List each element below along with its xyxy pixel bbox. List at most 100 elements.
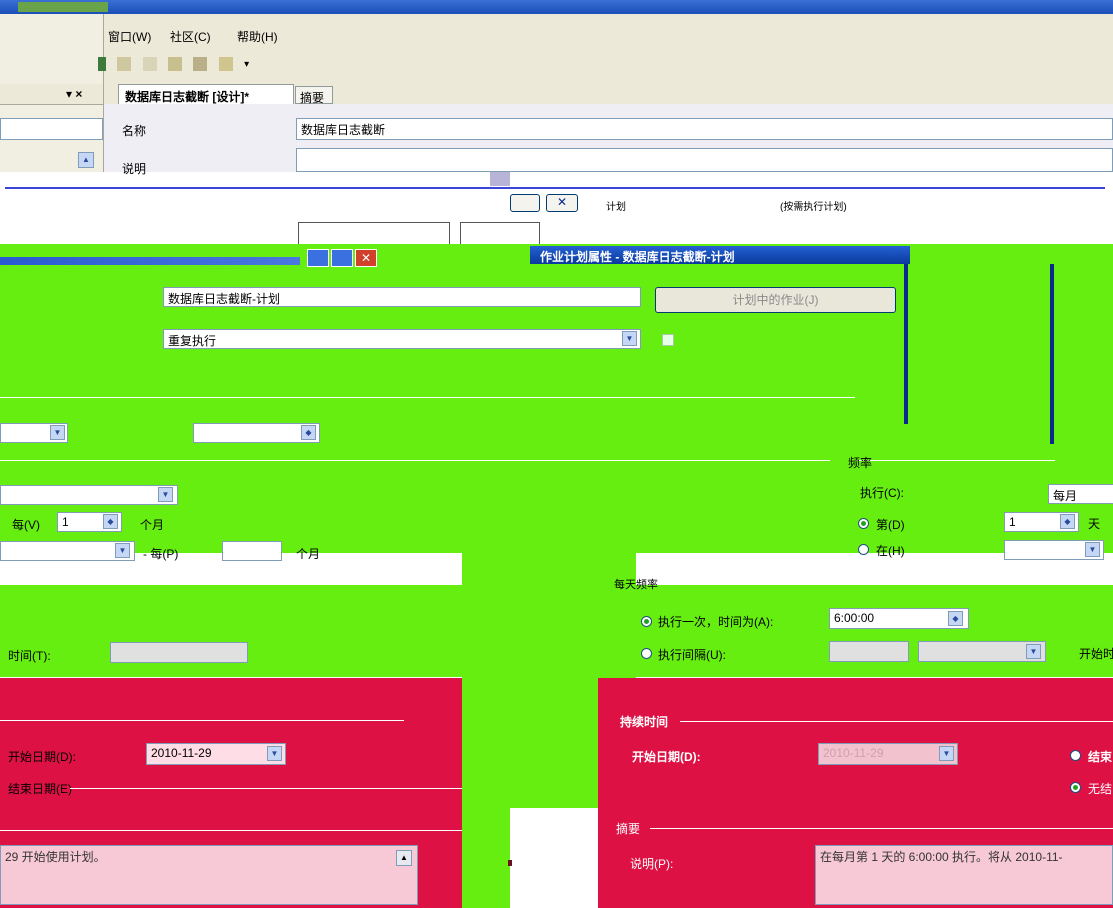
strip-blank-button[interactable] — [510, 194, 540, 212]
left-time-input[interactable] — [110, 642, 248, 663]
dialog-title: 作业计划属性 - 数据库日志截断-计划 — [540, 250, 735, 264]
once-time-spin-icon[interactable]: ◆ — [948, 611, 963, 626]
duration-group-label: 持续时间 — [620, 715, 669, 729]
left-pane-header — [0, 84, 103, 105]
toolbar-copy-icon[interactable] — [117, 56, 132, 71]
every-label: 每(V) — [12, 518, 40, 532]
property-name-label: 名称 — [122, 124, 147, 138]
every-months-input-2[interactable] — [222, 541, 282, 561]
every-months-spin-icon[interactable]: ◆ — [103, 514, 118, 529]
on-radio[interactable] — [858, 544, 869, 555]
interval-unit-dropdown-icon[interactable]: ▼ — [1026, 644, 1041, 659]
dialog-right-border — [904, 264, 908, 424]
dialog-white-column — [510, 808, 598, 908]
window-min-button[interactable] — [307, 249, 329, 267]
on-week-dropdown-icon[interactable]: ▼ — [1085, 542, 1100, 557]
toolbar-save-icon[interactable] — [98, 56, 106, 71]
frequency-execute-label: 执行(C): — [860, 486, 904, 500]
dialog-right-frame — [1050, 264, 1054, 444]
strip-tab-a[interactable] — [298, 222, 450, 246]
separator — [855, 460, 1055, 461]
every-months-unit: 个月 — [140, 518, 165, 532]
title-bar — [0, 0, 1113, 14]
summary-desc-text[interactable]: 在每月第 1 天的 6:00:00 执行。将从 2010-11- — [815, 845, 1113, 905]
no-end-date-radio-label: 无结 — [1088, 782, 1113, 796]
menu-window[interactable]: 窗口(W) — [108, 28, 151, 45]
separator — [0, 720, 404, 721]
frequency-group-label: 频率 — [848, 456, 873, 470]
day-number-spin-icon[interactable]: ◆ — [1060, 514, 1075, 529]
left-field-a-dropdown-icon[interactable]: ▼ — [50, 425, 65, 440]
once-radio-label: 执行一次，时间为(A): — [658, 615, 774, 629]
daily-group-label: 每天频率 — [614, 579, 658, 591]
doc-tab-design[interactable]: 数据库日志截断 [设计]* — [118, 84, 294, 104]
left-occurs-dropdown-icon[interactable]: ▼ — [158, 487, 173, 502]
summary-group-label: 摘要 — [616, 822, 641, 836]
left-pane-scroll-up[interactable]: ▲ — [78, 152, 94, 168]
toolbar-props-icon[interactable] — [218, 56, 233, 71]
schedule-type-select[interactable]: 重复执行 — [163, 329, 641, 349]
doc-tab-design-label: 数据库日志截断 [设计]* — [125, 90, 249, 104]
menu-help[interactable]: 帮助(H) — [237, 28, 278, 45]
caret-marker — [508, 860, 512, 866]
start-date-input[interactable]: 2010-11-29 — [818, 743, 958, 765]
strip-top-line — [5, 187, 1105, 189]
separator — [650, 828, 1113, 829]
jobs-in-schedule-button[interactable]: 计划中的作业(J) — [655, 287, 896, 313]
window-max-button[interactable] — [331, 249, 353, 267]
menu-community[interactable]: 社区(C) — [170, 28, 211, 45]
pane-close-icon[interactable]: ▾ × — [66, 87, 82, 101]
interval-number-input[interactable] — [829, 641, 909, 662]
property-desc-label: 说明 — [122, 162, 147, 176]
strip-plan-label: 计划 — [606, 202, 626, 213]
strip-icon — [490, 172, 510, 186]
day-radio[interactable] — [858, 518, 869, 529]
start-date-label: 开始日期(D): — [632, 750, 701, 764]
day-unit-label: 天 — [1088, 517, 1101, 531]
separator — [0, 460, 830, 461]
once-radio[interactable] — [641, 616, 652, 627]
left-pane-field — [0, 118, 103, 140]
on-radio-label: 在(H) — [876, 544, 905, 558]
every-months-unit-2: 个月 — [296, 547, 321, 561]
left-week-dropdown-icon[interactable]: ▼ — [115, 543, 130, 558]
left-occurs-select[interactable] — [0, 485, 178, 505]
summary-desc-label: 说明(P): — [630, 857, 674, 871]
toolbar: ▾ — [98, 56, 249, 76]
toolbar-schedule-icon[interactable] — [193, 56, 208, 71]
schedule-type-dropdown-icon[interactable]: ▼ — [622, 331, 637, 346]
separator — [0, 830, 462, 831]
left-end-date-label: 结束日期(E) — [8, 782, 72, 796]
toolbar-doc-icon[interactable] — [142, 56, 157, 71]
title-bar-icon — [18, 2, 108, 12]
left-start-date-dropdown-icon[interactable]: ▼ — [267, 746, 282, 761]
toolbar-overflow-icon[interactable]: ▾ — [244, 59, 249, 70]
end-date-radio-label: 结束 — [1088, 750, 1113, 764]
schedule-name-input[interactable]: 数据库日志截断-计划 — [163, 287, 641, 307]
left-time-label: 时间(T): — [8, 649, 51, 663]
interval-start-label: 开始时 — [1079, 647, 1113, 661]
no-end-date-radio[interactable] — [1070, 782, 1081, 793]
separator — [70, 788, 462, 789]
left-summary-text[interactable]: 29 开始使用计划。 — [0, 845, 418, 905]
every-label-2: - 每(P) — [143, 547, 179, 561]
left-summary-scroll-up[interactable]: ▲ — [396, 850, 412, 866]
strip-close-button[interactable]: ✕ — [546, 194, 578, 212]
left-field-b-spin-icon[interactable]: ◆ — [301, 425, 316, 440]
doc-tab-summary[interactable]: 摘要 — [295, 86, 333, 105]
left-start-date-input[interactable]: 2010-11-29 — [146, 743, 286, 765]
property-desc-input[interactable] — [296, 148, 1113, 172]
start-date-dropdown-icon[interactable]: ▼ — [939, 746, 954, 761]
dialog-title-left — [0, 257, 300, 265]
property-name-input[interactable]: 数据库日志截断 — [296, 118, 1113, 140]
strip-tab-b[interactable] — [460, 222, 540, 246]
frequency-execute-select[interactable]: 每月 — [1048, 484, 1113, 504]
window-close-button[interactable]: ✕ — [355, 249, 377, 267]
toolbar-run-icon[interactable] — [168, 56, 183, 71]
enabled-checkbox[interactable] — [662, 334, 674, 346]
end-date-radio[interactable] — [1070, 750, 1081, 761]
day-radio-label: 第(D) — [876, 518, 905, 532]
interval-radio[interactable] — [641, 648, 652, 659]
left-start-date-label: 开始日期(D): — [8, 750, 76, 764]
strip-plan-value: (按需执行计划) — [780, 202, 847, 213]
